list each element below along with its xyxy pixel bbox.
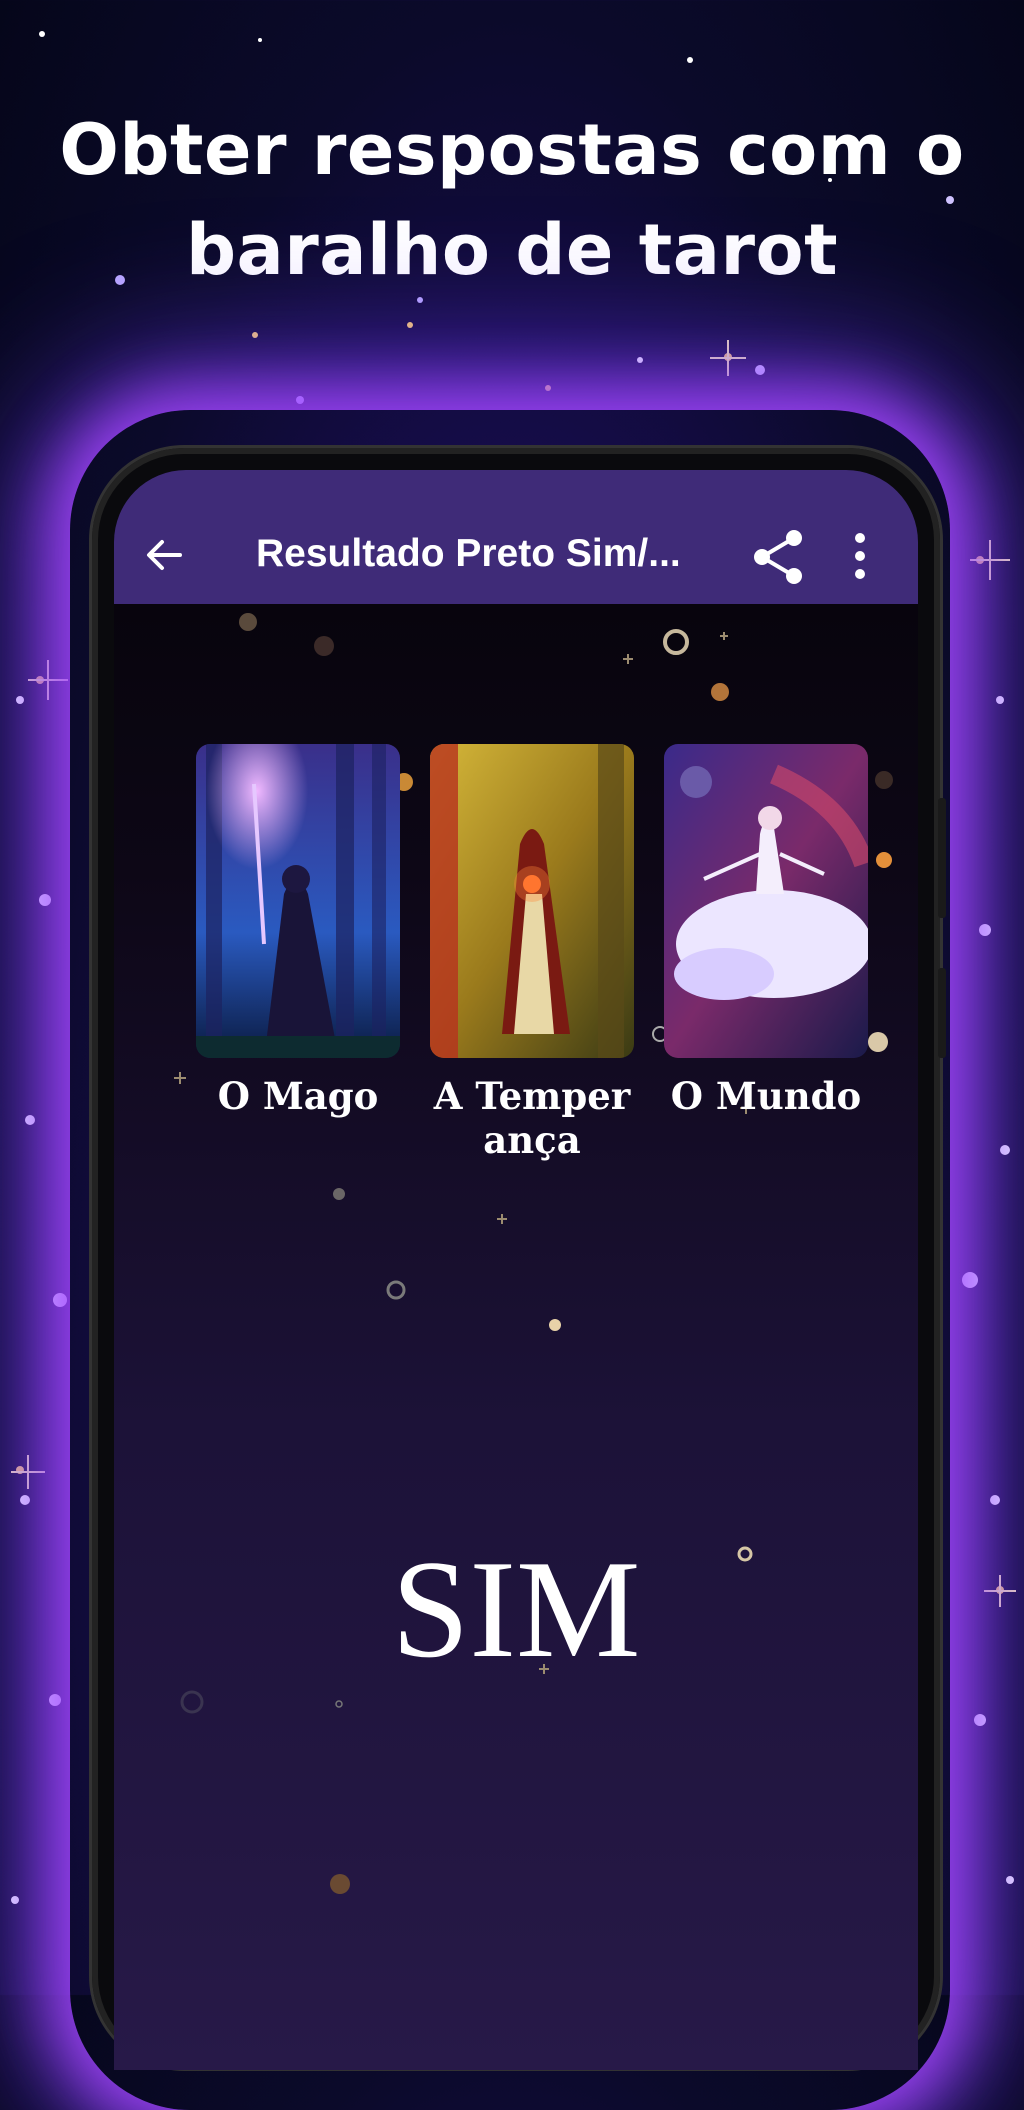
tarot-card-o-mundo[interactable] <box>664 744 868 1058</box>
app-bar: Resultado Preto Sim/... <box>114 470 918 604</box>
card-label-o-mundo: O Mundo <box>670 1074 862 1118</box>
share-icon[interactable] <box>750 528 806 586</box>
power-button <box>938 968 946 1058</box>
card-label-o-mago: O Mago <box>217 1074 379 1118</box>
phone-frame: Resultado Preto Sim/... O Mago A Temper … <box>92 448 946 2070</box>
tarot-card-o-mago[interactable] <box>196 744 400 1058</box>
tarot-card-image <box>664 744 868 1058</box>
page-title: Resultado Preto Sim/... <box>256 532 681 575</box>
more-vert-icon[interactable] <box>852 530 868 582</box>
app-screen: Resultado Preto Sim/... O Mago A Temper … <box>114 470 918 2070</box>
headline: Obter respostas com o baralho de tarot <box>40 100 984 300</box>
arrow-left-icon[interactable] <box>140 530 190 580</box>
tarot-card-image <box>196 744 400 1058</box>
volume-button <box>938 798 946 918</box>
tarot-card-image <box>430 744 634 1058</box>
headline-line-1: Obter respostas com o <box>59 109 965 191</box>
card-label-a-temperanca: A Temper ança <box>433 1074 631 1162</box>
headline-line-2: baralho de tarot <box>185 209 839 291</box>
tarot-card-a-temperanca[interactable] <box>430 744 634 1058</box>
answer-text: SIM <box>391 1532 641 1687</box>
